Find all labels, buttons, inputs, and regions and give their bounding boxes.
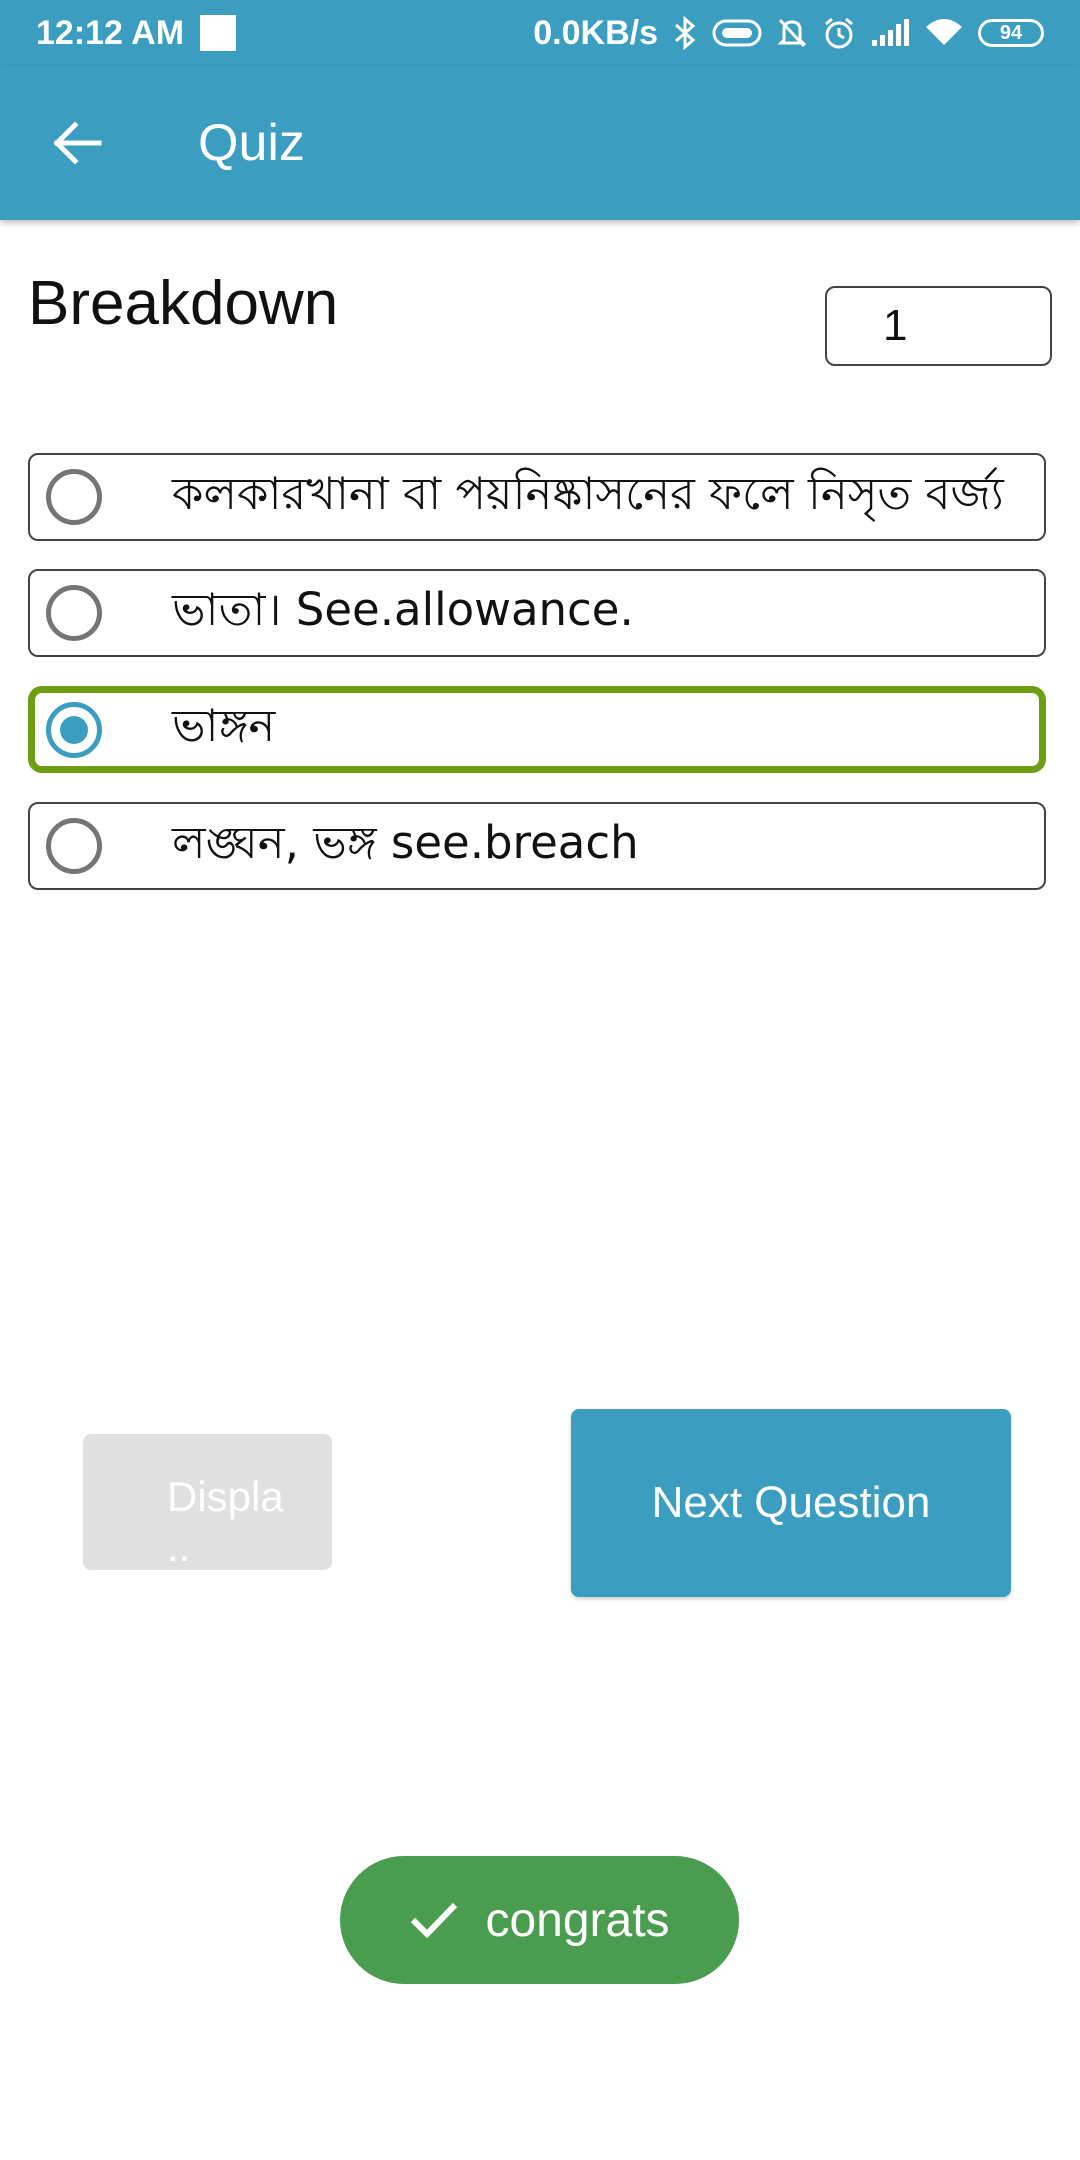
option-label: ভাতা। See.allowance.	[172, 582, 634, 636]
radio-button[interactable]	[46, 818, 102, 874]
option-label: লঙ্ঘন, ভঙ্গ see.breach	[172, 815, 639, 869]
radio-button[interactable]	[46, 585, 102, 641]
mute-icon	[776, 16, 808, 50]
question-word: Breakdown	[28, 269, 339, 338]
back-button[interactable]	[40, 106, 114, 180]
answer-option-4[interactable]: লঙ্ঘন, ভঙ্গ see.breach	[28, 802, 1046, 890]
bluetooth-icon	[672, 16, 698, 50]
next-button-label: Next Question	[651, 1478, 931, 1527]
display-answer-button[interactable]: Displa ..	[83, 1434, 332, 1570]
vpn-icon	[712, 18, 762, 48]
check-icon	[411, 1902, 458, 1939]
question-number: 1	[825, 286, 1052, 366]
next-question-button[interactable]: Next Question	[571, 1409, 1011, 1597]
radio-button-selected[interactable]	[46, 701, 102, 758]
answer-option-3[interactable]: ভাঙ্গন	[28, 686, 1046, 773]
app-bar: Quiz	[0, 66, 1080, 220]
arrow-back-icon	[53, 121, 102, 165]
signal-icon	[870, 18, 910, 48]
answer-option-1[interactable]: কলকারখানা বা পয়নিষ্কাসনের ফলে নিসৃত বর্…	[28, 453, 1046, 541]
option-label: কলকারখানা বা পয়নিষ্কাসনের ফলে নিসৃত বর্…	[172, 466, 1004, 520]
status-time: 12:12 AM	[36, 13, 185, 52]
page-title: Quiz	[198, 114, 305, 172]
display-button-label: Displa ..	[167, 1473, 284, 1570]
notification-icon	[200, 15, 237, 51]
congrats-toast: congrats	[340, 1856, 739, 1984]
toast-message: congrats	[485, 1893, 670, 1947]
alarm-icon	[822, 16, 856, 50]
radio-button[interactable]	[46, 469, 102, 525]
network-speed: 0.0KB/s	[533, 13, 658, 52]
answer-option-2[interactable]: ভাতা। See.allowance.	[28, 569, 1046, 657]
status-bar: 12:12 AM 0.0KB/s 94	[0, 0, 1080, 66]
option-label: ভাঙ্গন	[172, 699, 276, 752]
wifi-icon	[924, 17, 964, 49]
battery-icon: 94	[978, 19, 1044, 47]
status-icons: 0.0KB/s 94	[533, 14, 1044, 53]
